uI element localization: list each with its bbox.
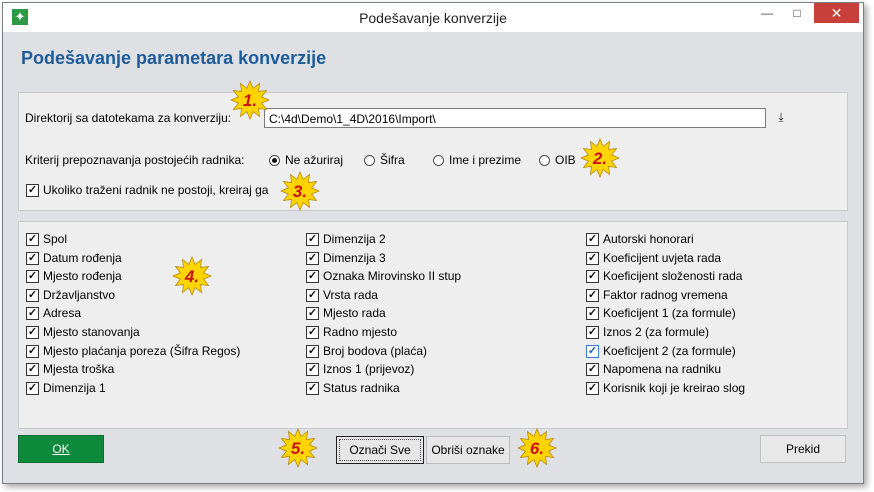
window-title: Podešavanje konverzije — [359, 10, 507, 26]
field-checkbox[interactable]: ✓ — [26, 363, 39, 376]
radio-ime-prezime-label: Ime i prezime — [449, 153, 522, 167]
field-label: Dimenzija 2 — [323, 232, 386, 246]
svg-text:1.: 1. — [243, 91, 257, 110]
field-checkbox[interactable]: ✓ — [306, 233, 319, 246]
field-checkbox[interactable]: ✓ — [26, 252, 39, 265]
field-checkbox[interactable]: ✓ — [26, 326, 39, 339]
marker-2: 2. — [580, 138, 620, 178]
field-checkbox[interactable]: ✓ — [306, 345, 319, 358]
field-label: Mjesta troška — [43, 362, 115, 376]
field-checkbox[interactable]: ✓ — [306, 326, 319, 339]
field-checkbox[interactable]: ✓ — [306, 252, 319, 265]
field-label: Mjesto rada — [323, 306, 386, 320]
mark-all-button[interactable]: Označi Sve — [336, 436, 424, 464]
svg-text:4.: 4. — [184, 267, 199, 286]
field-checkbox[interactable]: ✓ — [306, 382, 319, 395]
field-label: Autorski honorari — [603, 232, 694, 246]
field-label: Spol — [43, 232, 68, 246]
field-label: Koeficijent složenosti rada — [603, 269, 743, 283]
marker-4: 4. — [172, 256, 212, 296]
field-label: Broj bodova (plaća) — [323, 344, 428, 358]
field-label: Faktor radnog vremena — [603, 288, 728, 302]
field-checkbox[interactable]: ✓ — [306, 270, 319, 283]
clear-marks-button[interactable]: Obriši oznake — [426, 436, 510, 464]
field-label: Iznos 2 (za formule) — [603, 325, 710, 339]
cancel-button[interactable]: Prekid — [760, 435, 846, 463]
radio-ne-azuriraj-label: Ne ažuriraj — [285, 153, 344, 167]
radio-sifra[interactable] — [364, 155, 375, 166]
download-icon[interactable]: ⤓ — [771, 108, 791, 128]
field-checkbox[interactable]: ✓ — [26, 382, 39, 395]
field-label: Koeficijent uvjeta rada — [603, 251, 722, 265]
create-missing-checkbox[interactable]: ✓ — [26, 184, 39, 197]
field-label: Državljanstvo — [43, 288, 116, 302]
directory-input[interactable]: C:\4d\Demo\1_4D\2016\Import\ — [264, 108, 766, 128]
field-label: Oznaka Mirovinsko II stup — [323, 269, 462, 283]
field-checkbox[interactable]: ✓ — [586, 233, 599, 246]
svg-text:5.: 5. — [291, 439, 305, 458]
field-checkbox[interactable]: ✓ — [586, 382, 599, 395]
field-checkbox[interactable]: ✓ — [26, 233, 39, 246]
svg-text:2.: 2. — [592, 149, 607, 168]
marker-6: 6. — [517, 428, 557, 468]
marker-1: 1. — [230, 80, 270, 120]
radio-ne-azuriraj[interactable] — [269, 155, 280, 166]
marker-5: 5. — [278, 428, 318, 468]
ok-button[interactable]: OK — [18, 435, 104, 463]
field-label: Mjesto rođenja — [43, 269, 122, 283]
field-checkbox[interactable]: ✓ — [26, 307, 39, 320]
field-checkbox[interactable]: ✓ — [586, 289, 599, 302]
fields-panel: ✓ Spol ✓ Datum rođenja ✓ Mjesto rođenja ✓ Držav… — [18, 221, 848, 429]
field-checkbox[interactable]: ✓ — [26, 345, 39, 358]
field-checkbox[interactable]: ✓ — [26, 270, 39, 283]
radio-oib[interactable] — [539, 155, 550, 166]
field-checkbox[interactable]: ✓ — [306, 289, 319, 302]
field-label: Adresa — [43, 306, 82, 320]
field-label: Mjesto plaćanja poreza (Šifra Regos) — [43, 344, 241, 358]
field-label: Mjesto stanovanja — [43, 325, 140, 339]
field-checkbox[interactable]: ✓ — [586, 326, 599, 339]
field-checkbox[interactable]: ✓ — [306, 307, 319, 320]
directory-label: Direktorij sa datotekama za konverziju: — [25, 111, 232, 125]
field-checkbox[interactable]: ✓ — [306, 363, 319, 376]
field-checkbox[interactable]: ✓ — [586, 270, 599, 283]
svg-text:3.: 3. — [293, 182, 307, 201]
field-checkbox[interactable]: ✓ — [586, 307, 599, 320]
field-label: Iznos 1 (prijevoz) — [323, 362, 415, 376]
maximize-button[interactable]: □ — [783, 3, 811, 23]
criteria-label: Kriterij prepoznavanja postojećih radnik… — [25, 153, 245, 167]
field-label: Napomena na radniku — [603, 362, 722, 376]
radio-ime-prezime[interactable] — [433, 155, 444, 166]
marker-3: 3. — [280, 171, 320, 211]
field-checkbox[interactable]: ✓ — [586, 363, 599, 376]
field-label: Koeficijent 1 (za formule) — [603, 306, 736, 320]
field-checkbox[interactable]: ✓ — [586, 345, 599, 358]
field-label: Dimenzija 1 — [43, 381, 106, 395]
field-checkbox[interactable]: ✓ — [26, 289, 39, 302]
field-label: Radno mjesto — [323, 325, 398, 339]
radio-sifra-label: Šifra — [380, 153, 405, 167]
field-label: Vrsta rada — [323, 288, 378, 302]
field-label: Dimenzija 3 — [323, 251, 386, 265]
field-label: Korisnik koji je kreirao slog — [603, 381, 746, 395]
field-label: Koeficijent 2 (za formule) — [603, 344, 736, 358]
radio-oib-label: OIB — [555, 153, 576, 167]
field-label: Datum rođenja — [43, 251, 122, 265]
title-bar: ✦ Podešavanje konverzije — □ ✕ — [3, 3, 863, 32]
page-title: Podešavanje parametara konverzije — [21, 48, 327, 68]
svg-text:6.: 6. — [530, 439, 544, 458]
settings-panel: Direktorij sa datotekama za konverziju: … — [18, 92, 848, 211]
create-missing-label: Ukoliko traženi radnik ne postoji, kreir… — [43, 183, 269, 197]
minimize-button[interactable]: — — [753, 3, 781, 23]
dialog-window: ✦ Podešavanje konverzije — □ ✕ Podešavan… — [2, 2, 864, 484]
field-label: Status radnika — [323, 381, 400, 395]
close-button[interactable]: ✕ — [814, 3, 859, 23]
field-checkbox[interactable]: ✓ — [586, 252, 599, 265]
